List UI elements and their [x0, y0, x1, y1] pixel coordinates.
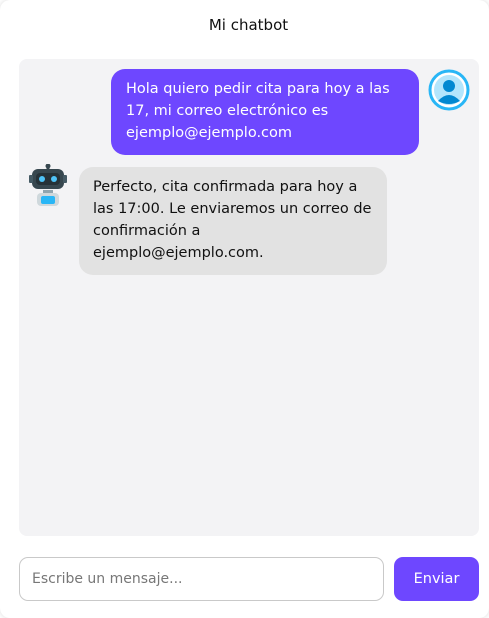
page-title: Mi chatbot: [208, 16, 289, 34]
message-line: Hola quiero pedir cita para hoy a las: [126, 81, 390, 97]
send-button[interactable]: Enviar: [394, 557, 479, 601]
message-line: las 17:00. Le enviaremos un correo de: [93, 201, 372, 217]
robot-avatar-icon: [29, 163, 67, 208]
bot-message: Perfecto, cita confirmada para hoy a las…: [79, 167, 387, 275]
message-input[interactable]: [19, 557, 384, 601]
message-line: ejemplo@ejemplo.com.: [93, 245, 264, 261]
message-list[interactable]: Hola quiero pedir cita para hoy a las 17…: [19, 59, 479, 536]
message-composer: Enviar: [19, 557, 479, 601]
message-line: 17, mi correo electrónico es: [126, 103, 329, 119]
chat-window: Mi chatbot Hola quiero pedir cita para h…: [0, 0, 489, 618]
user-message: Hola quiero pedir cita para hoy a las 17…: [111, 69, 419, 155]
message-line: confirmación a: [93, 223, 201, 239]
message-line: Perfecto, cita confirmada para hoy a: [93, 179, 358, 195]
user-avatar-icon: [428, 69, 470, 111]
message-line: ejemplo@ejemplo.com: [126, 125, 293, 141]
